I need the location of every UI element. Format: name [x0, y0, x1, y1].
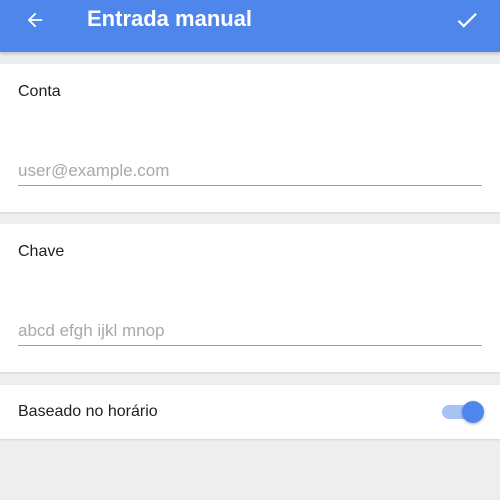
key-label: Chave [18, 243, 65, 260]
account-card: Conta [0, 64, 500, 212]
account-label: Conta [18, 83, 61, 100]
time-based-label: Baseado no horário [18, 403, 158, 420]
page-title: Entrada manual [87, 6, 253, 31]
time-based-card: Baseado no horário [0, 385, 500, 439]
toggle-thumb [462, 401, 484, 423]
check-icon [457, 13, 477, 28]
time-based-toggle[interactable] [440, 399, 486, 425]
app-bar: Entrada manual [0, 0, 500, 52]
arrow-left-icon [27, 12, 43, 28]
back-button[interactable] [18, 4, 52, 36]
key-input[interactable] [18, 316, 482, 346]
account-input[interactable] [18, 156, 482, 186]
key-card: Chave [0, 224, 500, 372]
done-button[interactable] [450, 4, 484, 36]
